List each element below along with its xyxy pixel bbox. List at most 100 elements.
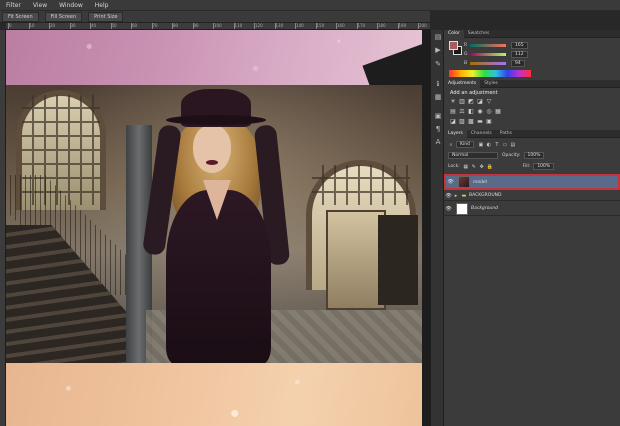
menu-filter[interactable]: Filter — [6, 2, 21, 9]
tab-color[interactable]: Color — [444, 29, 464, 38]
layer-name[interactable]: BACKGROUND — [469, 193, 501, 198]
paragraph-icon[interactable]: ¶ — [433, 125, 443, 134]
lock-position-icon[interactable]: ✥ — [479, 164, 485, 170]
lock-transparency-icon[interactable]: ▦ — [463, 164, 469, 170]
ruler-tick: 60 — [130, 23, 138, 29]
info-icon[interactable]: ℹ — [433, 80, 443, 89]
ruler-tick: 100 — [213, 23, 222, 29]
expand-arrow-icon[interactable]: ▸ — [453, 193, 459, 199]
color-balance-icon[interactable]: ⚖ — [458, 108, 466, 115]
right-window-panes — [312, 165, 410, 205]
brush-preset-icon[interactable]: ✎ — [433, 60, 443, 69]
levels-icon[interactable]: ▥ — [458, 98, 466, 105]
green-track[interactable] — [470, 52, 506, 56]
french-door — [326, 210, 386, 310]
fill-label: Fill: — [522, 164, 531, 169]
ruler-tick: 200 — [418, 23, 427, 29]
menu-bar: Filter View Window Help — [0, 0, 620, 11]
layers-panel: ⌕ Kind ▣ ◐ T ▭ ▤ Normal Opacity: 100% Lo… — [444, 130, 620, 426]
ruler-tick: 160 — [336, 23, 345, 29]
curves-icon[interactable]: ◩ — [467, 98, 475, 105]
opacity-field[interactable]: 100% — [523, 152, 545, 159]
panel-icon-strip: ▤ ▶ ✎ ℹ ▦ ▣ ¶ A — [430, 30, 444, 426]
history-icon[interactable]: ▤ — [433, 33, 443, 42]
ruler-tick: 30 — [69, 23, 76, 29]
ruler-tick: 80 — [171, 23, 179, 29]
red-track[interactable] — [470, 43, 506, 47]
filter-adjustment-icon[interactable]: ◐ — [486, 142, 492, 148]
character-icon[interactable]: A — [433, 138, 443, 147]
menu-help[interactable]: Help — [95, 2, 109, 9]
hue-saturation-icon[interactable]: ▤ — [449, 108, 457, 115]
vibrance-icon[interactable]: ▽ — [485, 98, 493, 105]
print-size-button[interactable]: Print Size — [88, 11, 124, 22]
filter-search-icon: ⌕ — [449, 141, 453, 148]
adjustments-title: Add an adjustment — [450, 90, 498, 96]
red-value-field[interactable]: 165 — [511, 41, 528, 49]
model-hat-brim — [166, 115, 266, 125]
lock-all-icon[interactable]: 🔒 — [487, 164, 493, 170]
layer-filter-row: ⌕ Kind ▣ ◐ T ▭ ▤ — [448, 141, 518, 148]
menu-view[interactable]: View — [33, 2, 47, 9]
color-spectrum-bar[interactable] — [449, 70, 531, 77]
layer-row-model[interactable]: 👁 model — [444, 174, 620, 190]
layer-row-background-group[interactable]: 👁 ▸ ▬ BACKGROUND — [444, 191, 620, 201]
document-canvas[interactable] — [6, 30, 430, 426]
lock-pixels-icon[interactable]: ✎ — [471, 164, 477, 170]
posterize-icon[interactable]: ▨ — [458, 118, 466, 125]
actions-icon[interactable]: ▶ — [433, 46, 443, 55]
fill-field[interactable]: 100% — [533, 163, 555, 170]
layer-thumbnail — [458, 176, 470, 188]
selective-color-icon[interactable]: ▣ — [485, 118, 493, 125]
color-panel: R 165 G 112 B 94 — [444, 38, 620, 80]
blue-track[interactable] — [470, 61, 506, 65]
adjustment-icons-row-1: ☀ ▥ ◩ ◪ ▽ — [449, 98, 494, 105]
green-slider[interactable]: G 112 — [464, 50, 614, 58]
gradient-map-icon[interactable]: ▬ — [476, 118, 484, 125]
horizontal-ruler: 0 10 20 30 40 50 60 70 80 90 100 110 120 130 140 150 160… — [6, 23, 430, 30]
blend-row: Normal Opacity: 100% — [448, 152, 548, 159]
adjustments-panel: Add an adjustment ☀ ▥ ◩ ◪ ▽ ▤ ⚖ ◧ ◉ ◎ ▦ … — [444, 80, 620, 130]
foreground-color-swatch[interactable] — [449, 41, 458, 50]
fill-screen-button[interactable]: Fill Screen — [44, 11, 83, 22]
filter-shape-icon[interactable]: ▭ — [502, 142, 508, 148]
blue-slider[interactable]: B 94 — [464, 59, 614, 67]
threshold-icon[interactable]: ▩ — [467, 118, 475, 125]
ruler-tick: 40 — [89, 23, 97, 29]
model-body — [166, 190, 271, 363]
layer-name[interactable]: Background — [471, 206, 498, 211]
red-slider[interactable]: R 165 — [464, 41, 614, 49]
blue-value-field[interactable]: 94 — [511, 59, 525, 67]
clone-source-icon[interactable]: ▣ — [433, 112, 443, 121]
color-lookup-icon[interactable]: ▦ — [494, 108, 502, 115]
fit-screen-button[interactable]: Fit Screen — [2, 11, 39, 22]
invert-icon[interactable]: ◪ — [449, 118, 457, 125]
visibility-eye-icon[interactable]: 👁 — [446, 179, 455, 185]
menu-window[interactable]: Window — [59, 2, 83, 9]
pink-texture-strip — [6, 30, 422, 85]
tab-swatches[interactable]: Swatches — [464, 30, 494, 38]
filter-type-icon[interactable]: T — [494, 142, 500, 148]
kind-dropdown[interactable]: Kind — [456, 141, 474, 148]
layer-thumbnail — [456, 202, 468, 215]
black-white-icon[interactable]: ◧ — [467, 108, 475, 115]
filter-pixel-icon[interactable]: ▣ — [478, 142, 484, 148]
ruler-tick: 110 — [233, 23, 243, 29]
green-value-field[interactable]: 112 — [511, 50, 528, 58]
brightness-contrast-icon[interactable]: ☀ — [449, 98, 457, 105]
model-photo — [6, 85, 422, 363]
ruler-tick: 150 — [315, 23, 325, 29]
peach-texture-strip — [6, 363, 422, 426]
ruler-tick: 140 — [295, 23, 304, 29]
exposure-icon[interactable]: ◪ — [476, 98, 484, 105]
photo-filter-icon[interactable]: ◉ — [476, 108, 484, 115]
layer-row-background[interactable]: 👁 Background — [444, 202, 620, 216]
channel-mixer-icon[interactable]: ◎ — [485, 108, 493, 115]
visibility-eye-icon[interactable]: 👁 — [444, 206, 453, 212]
ruler-tick: 20 — [48, 23, 56, 29]
filter-smart-object-icon[interactable]: ▤ — [510, 142, 516, 148]
properties-icon[interactable]: ▦ — [433, 93, 443, 102]
blend-mode-dropdown[interactable]: Normal — [448, 152, 498, 159]
visibility-eye-icon[interactable]: 👁 — [444, 193, 453, 199]
layer-name[interactable]: model — [473, 180, 487, 185]
